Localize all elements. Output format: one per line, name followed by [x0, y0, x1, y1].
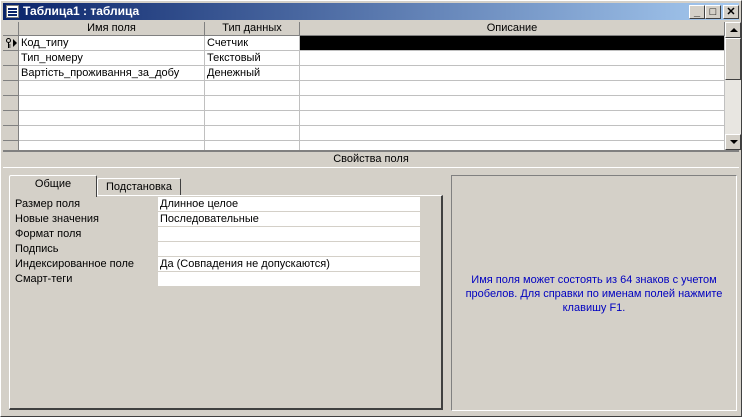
table-row[interactable] [19, 111, 725, 126]
table-row[interactable]: Вартість_проживання_за_добу Денежный [19, 66, 725, 81]
arrow-up-icon [730, 28, 738, 32]
row-selector[interactable] [3, 126, 19, 141]
table-row[interactable] [19, 126, 725, 141]
new-values-input[interactable]: Последовательные [158, 212, 420, 226]
row-selector[interactable] [3, 141, 19, 150]
field-name-cell[interactable]: Тип_номеру [19, 51, 205, 65]
header-description[interactable]: Описание [300, 22, 725, 36]
row-selector[interactable] [3, 96, 19, 111]
table-row[interactable] [19, 96, 725, 111]
smart-tags-input[interactable] [158, 272, 420, 286]
arrow-down-icon [730, 140, 738, 144]
scroll-thumb[interactable] [725, 38, 741, 80]
primary-key-icon [6, 38, 11, 48]
description-cell[interactable] [300, 51, 725, 65]
divider [3, 167, 739, 168]
title-bar[interactable]: Таблица1 : таблица _ □ ✕ [3, 3, 739, 20]
tab-general[interactable]: Общие [9, 175, 97, 197]
field-name-cell[interactable]: Код_типу [19, 36, 205, 50]
table-design-window: Таблица1 : таблица _ □ ✕ Имя поля Тип да… [0, 0, 742, 417]
scroll-up-button[interactable] [725, 22, 741, 38]
property-label: Подпись [15, 243, 59, 255]
close-button[interactable]: ✕ [723, 5, 739, 19]
format-input[interactable] [158, 227, 420, 241]
maximize-button[interactable]: □ [705, 5, 721, 19]
field-size-input[interactable]: Длинное целое [158, 197, 420, 211]
corner-header[interactable] [3, 22, 19, 36]
data-type-cell[interactable]: Счетчик [205, 36, 300, 50]
header-data-type[interactable]: Тип данных [205, 22, 300, 36]
row-selector[interactable] [3, 111, 19, 126]
table-row[interactable] [19, 141, 725, 150]
field-grid: Имя поля Тип данных Описание Код_типу Сч… [3, 22, 725, 150]
indexed-input[interactable]: Да (Совпадения не допускаются) [158, 257, 420, 271]
help-text: Имя поля может состоять из 64 знаков с у… [465, 274, 723, 314]
table-row[interactable] [19, 81, 725, 96]
table-row[interactable]: Тип_номеру Текстовый [19, 51, 725, 66]
data-type-cell[interactable]: Текстовый [205, 51, 300, 65]
row-selector[interactable] [3, 36, 19, 51]
row-selector[interactable] [3, 66, 19, 81]
row-selector[interactable] [3, 81, 19, 96]
minimize-button[interactable]: _ [689, 5, 705, 19]
caption-input[interactable] [158, 242, 420, 256]
description-cell[interactable] [300, 66, 725, 80]
header-field-name[interactable]: Имя поля [19, 22, 205, 36]
description-cell[interactable] [300, 36, 725, 50]
property-label: Размер поля [15, 198, 81, 210]
data-type-cell[interactable]: Денежный [205, 66, 300, 80]
table-row[interactable]: Код_типу Счетчик [19, 36, 725, 51]
table-icon [6, 5, 19, 18]
property-label: Индексированное поле [15, 258, 134, 270]
scroll-down-button[interactable] [725, 134, 741, 150]
current-row-arrow-icon [13, 39, 17, 47]
field-properties-title: Свойства поля [333, 153, 409, 165]
property-label: Новые значения [15, 213, 100, 225]
field-name-cell[interactable]: Вартість_проживання_за_добу [19, 66, 205, 80]
help-panel: Имя поля может состоять из 64 знаков с у… [451, 175, 737, 411]
property-label: Формат поля [15, 228, 82, 240]
property-label: Смарт-теги [15, 273, 73, 285]
vertical-scrollbar[interactable] [725, 22, 741, 150]
row-selector[interactable] [3, 51, 19, 66]
window-title: Таблица1 : таблица [23, 4, 140, 18]
